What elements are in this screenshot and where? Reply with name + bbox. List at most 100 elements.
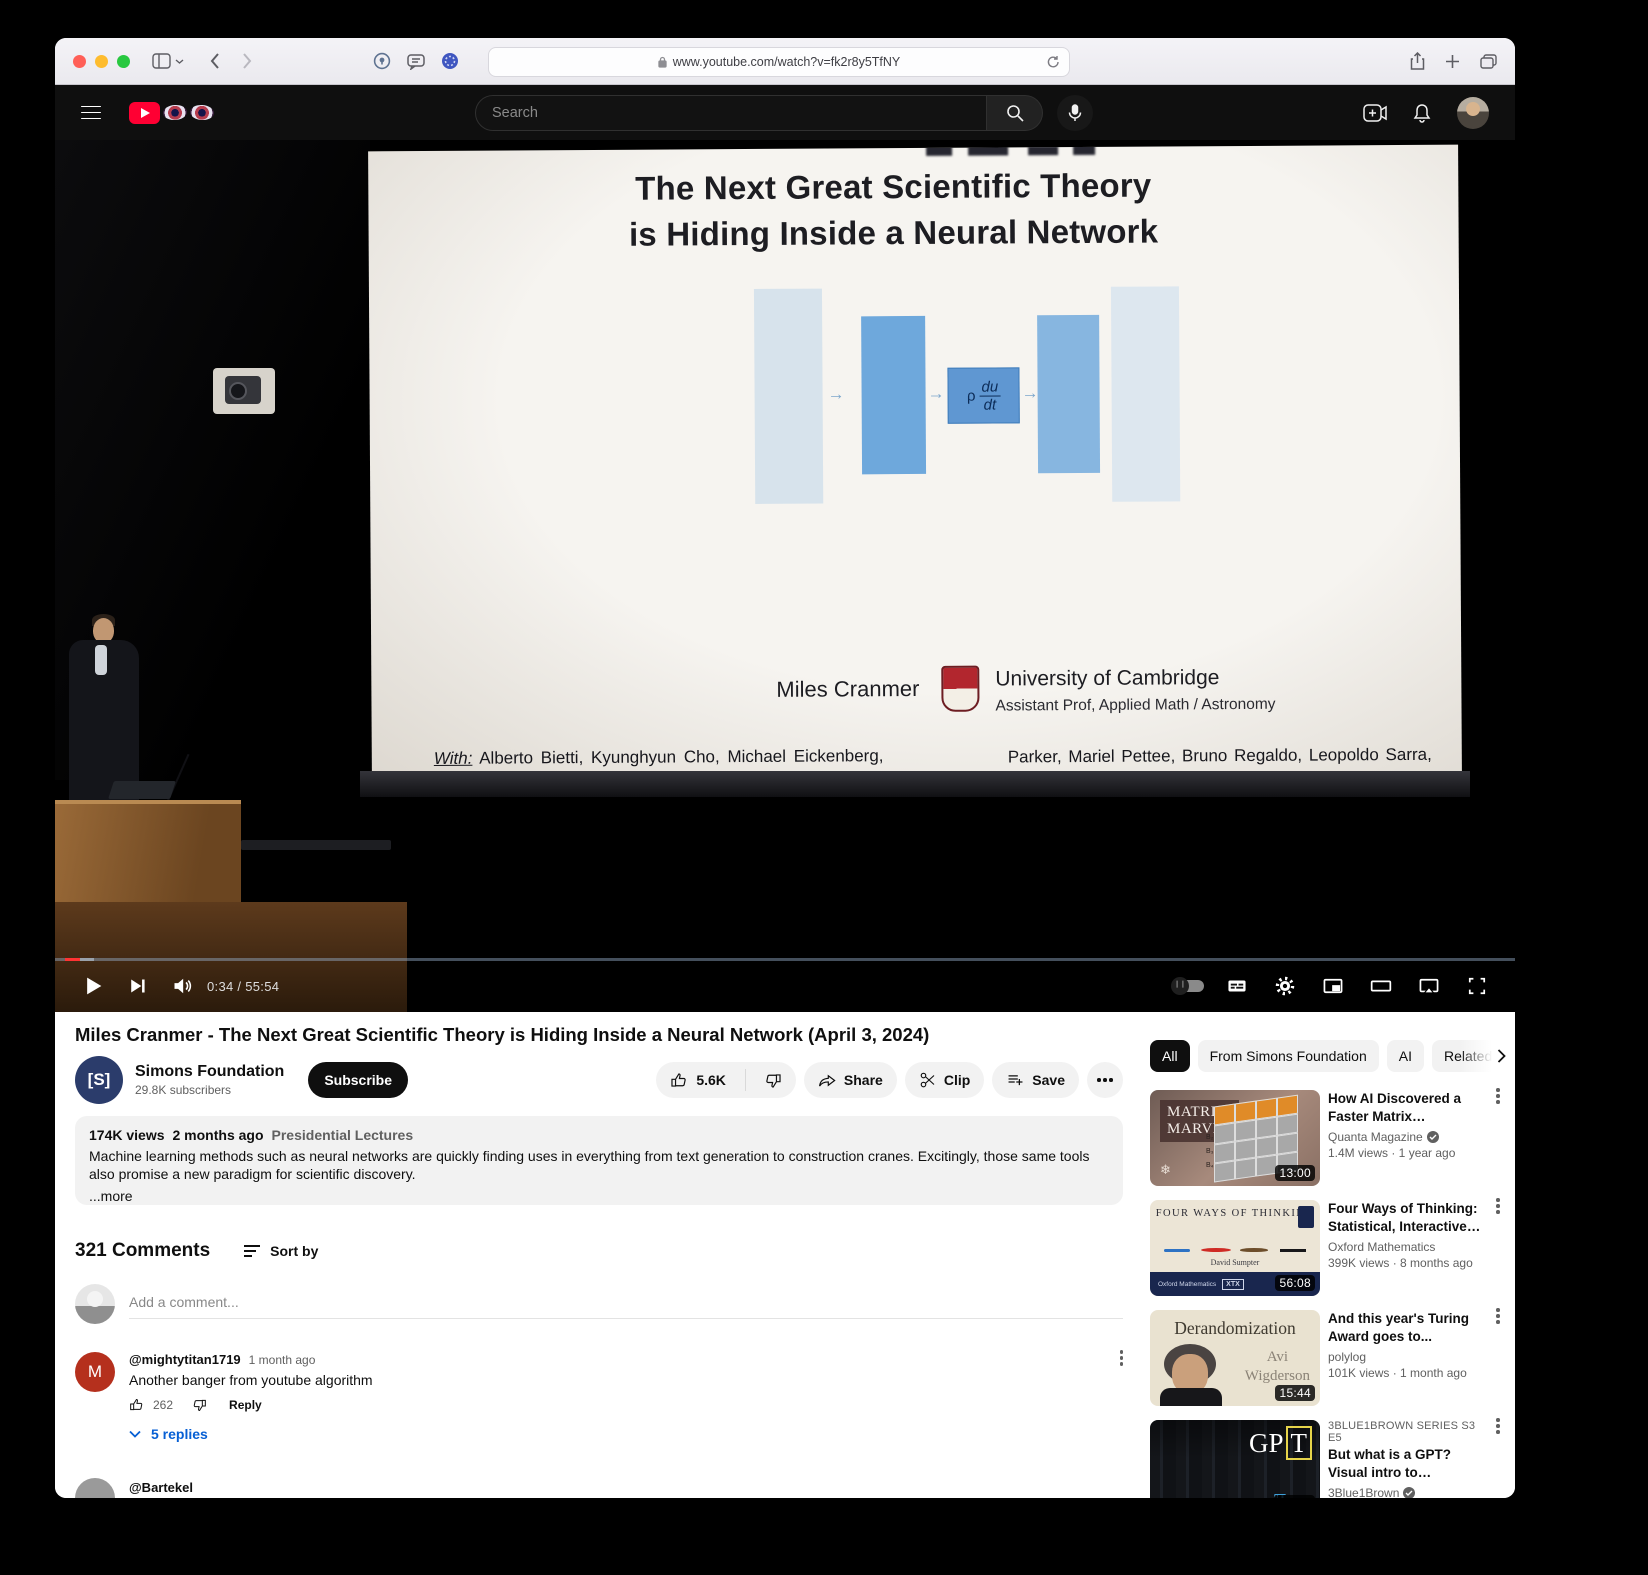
like-count: 5.6K bbox=[696, 1072, 726, 1088]
chips-scroll-right[interactable] bbox=[1460, 1040, 1506, 1072]
subscribe-button[interactable]: Subscribe bbox=[308, 1062, 408, 1098]
institute-crest bbox=[1298, 1206, 1314, 1228]
search-button[interactable] bbox=[987, 95, 1043, 131]
comment-menu-button[interactable] bbox=[1120, 1356, 1124, 1360]
related-sidebar: All From Simons Foundation AI Related MA… bbox=[1150, 1012, 1506, 1498]
back-button[interactable] bbox=[210, 53, 220, 69]
volume-icon[interactable] bbox=[159, 966, 203, 1006]
video-thumbnail[interactable]: FOUR WAYS OF THINKING David Sumpter Oxfo… bbox=[1150, 1200, 1320, 1296]
sidebar-toggle-icon[interactable] bbox=[152, 53, 171, 69]
blue-extension-icon[interactable] bbox=[441, 52, 459, 70]
password-extension-icon[interactable] bbox=[373, 52, 391, 70]
sidebar-chevron-icon[interactable] bbox=[175, 58, 184, 65]
voice-search-button[interactable] bbox=[1057, 95, 1093, 131]
related-channel[interactable]: polylog bbox=[1328, 1350, 1366, 1364]
tab-overview-icon[interactable] bbox=[1480, 54, 1497, 69]
autoplay-toggle[interactable] bbox=[1167, 966, 1211, 1006]
share-icon bbox=[818, 1072, 837, 1089]
verified-icon bbox=[1427, 1131, 1439, 1143]
forward-button[interactable] bbox=[242, 53, 252, 69]
share-page-icon[interactable] bbox=[1410, 52, 1425, 70]
video-thumbnail[interactable]: GPT π 27:14 bbox=[1150, 1420, 1320, 1498]
close-window-button[interactable] bbox=[73, 55, 86, 68]
lock-icon bbox=[658, 56, 667, 68]
channel-avatar[interactable]: [S] bbox=[75, 1056, 123, 1104]
comment-dislike-icon[interactable] bbox=[191, 1397, 207, 1413]
menu-button[interactable] bbox=[81, 106, 101, 120]
progress-bar[interactable] bbox=[55, 958, 1515, 961]
show-more-link[interactable]: ...more bbox=[89, 1188, 1109, 1204]
commenter-handle[interactable]: @Bartekel bbox=[129, 1480, 193, 1495]
minimize-window-button[interactable] bbox=[95, 55, 108, 68]
notifications-bell-icon[interactable] bbox=[1413, 103, 1431, 123]
create-video-icon[interactable] bbox=[1363, 104, 1387, 122]
comment-like-icon[interactable] bbox=[129, 1397, 145, 1413]
add-comment-input[interactable]: Add a comment... bbox=[129, 1284, 1123, 1319]
settings-gear-icon[interactable] bbox=[1263, 966, 1307, 1006]
video-menu-button[interactable] bbox=[1490, 1420, 1506, 1498]
commenter-handle[interactable]: @mightytitan1719 bbox=[129, 1352, 241, 1367]
related-video-title[interactable]: But what is a GPT? Visual intro to trans… bbox=[1328, 1446, 1482, 1482]
user-avatar[interactable] bbox=[75, 1284, 115, 1324]
miniplayer-button[interactable] bbox=[1311, 966, 1355, 1006]
clip-button[interactable]: Clip bbox=[905, 1062, 984, 1098]
zoom-window-button[interactable] bbox=[117, 55, 130, 68]
theater-mode-button[interactable] bbox=[1359, 966, 1403, 1006]
reload-icon[interactable] bbox=[1047, 55, 1060, 69]
related-channel[interactable]: 3Blue1Brown bbox=[1328, 1486, 1399, 1498]
related-video-card[interactable]: FOUR WAYS OF THINKING David Sumpter Oxfo… bbox=[1150, 1200, 1506, 1296]
diagram-arrow: → bbox=[1022, 383, 1039, 403]
commenter-avatar[interactable] bbox=[75, 1478, 115, 1498]
chip-all[interactable]: All bbox=[1150, 1040, 1190, 1072]
video-menu-button[interactable] bbox=[1490, 1090, 1506, 1186]
video-thumbnail[interactable]: Derandomization AviWigderson 15:44 bbox=[1150, 1310, 1320, 1406]
search-input[interactable] bbox=[492, 105, 970, 121]
related-channel[interactable]: Oxford Mathematics bbox=[1328, 1240, 1435, 1254]
playlist-link[interactable]: Presidential Lectures bbox=[272, 1127, 414, 1143]
dislike-button[interactable] bbox=[753, 1062, 796, 1098]
comments-count: 321 Comments bbox=[75, 1240, 210, 1262]
cut-off-text-fragments bbox=[968, 145, 1008, 156]
like-button[interactable]: 5.6K bbox=[656, 1062, 738, 1098]
youtube-logo[interactable] bbox=[129, 102, 214, 124]
chip-from-channel[interactable]: From Simons Foundation bbox=[1198, 1040, 1379, 1072]
progress-buffered bbox=[80, 958, 94, 961]
account-avatar[interactable] bbox=[1457, 97, 1489, 129]
new-tab-icon[interactable] bbox=[1445, 54, 1460, 69]
related-channel[interactable]: Quanta Magazine bbox=[1328, 1130, 1423, 1144]
video-thumbnail[interactable]: MATRIXMARVEL B₂ B₃ B₄ ❄ 13:00 bbox=[1150, 1090, 1320, 1186]
related-video-title[interactable]: Four Ways of Thinking: Statistical, Inte… bbox=[1328, 1200, 1482, 1236]
video-player[interactable]: The Next Great Scientific Theory is Hidi… bbox=[55, 140, 1515, 1012]
chip-ai[interactable]: AI bbox=[1387, 1040, 1424, 1072]
share-button[interactable]: Share bbox=[804, 1062, 897, 1098]
reply-button[interactable]: Reply bbox=[229, 1398, 262, 1412]
cut-off-text-fragments bbox=[926, 145, 952, 156]
view-replies-button[interactable]: 5 replies bbox=[129, 1426, 1123, 1442]
more-actions-button[interactable] bbox=[1087, 1062, 1123, 1098]
sort-by-button[interactable]: Sort by bbox=[244, 1242, 318, 1259]
description-box[interactable]: 174K views 2 months ago Presidential Lec… bbox=[75, 1116, 1123, 1205]
search-box[interactable] bbox=[475, 95, 987, 131]
play-button[interactable] bbox=[71, 966, 115, 1006]
related-video-card[interactable]: Derandomization AviWigderson 15:44 And t… bbox=[1150, 1310, 1506, 1406]
commenter-avatar[interactable]: M bbox=[75, 1352, 115, 1392]
related-video-title[interactable]: And this year's Turing Award goes to... bbox=[1328, 1310, 1482, 1346]
partial-comment: @Bartekel bbox=[75, 1478, 193, 1498]
related-video-title[interactable]: How AI Discovered a Faster Matrix Multip… bbox=[1328, 1090, 1482, 1126]
fullscreen-button[interactable] bbox=[1455, 966, 1499, 1006]
channel-name[interactable]: Simons Foundation bbox=[135, 1063, 284, 1081]
subtitles-button[interactable] bbox=[1215, 966, 1259, 1006]
save-button[interactable]: Save bbox=[992, 1062, 1079, 1098]
video-menu-button[interactable] bbox=[1490, 1200, 1506, 1296]
video-menu-button[interactable] bbox=[1490, 1310, 1506, 1406]
series-overline: 3BLUE1BROWN SERIES S3 E5 bbox=[1328, 1420, 1482, 1444]
related-video-card[interactable]: GPT π 27:14 3BLUE1BROWN SERIES S3 E5 But… bbox=[1150, 1420, 1506, 1498]
duration-badge: 27:14 bbox=[1275, 1495, 1315, 1498]
related-video-card[interactable]: MATRIXMARVEL B₂ B₃ B₄ ❄ 13:00 How AI Dis… bbox=[1150, 1090, 1506, 1186]
address-bar[interactable]: www.youtube.com/watch?v=fk2r8y5TfNY bbox=[488, 47, 1070, 77]
next-button[interactable] bbox=[115, 966, 159, 1006]
airplay-button[interactable] bbox=[1407, 966, 1451, 1006]
kebab-icon bbox=[1120, 1356, 1124, 1360]
cut-off-text-fragments bbox=[1073, 145, 1095, 155]
chat-extension-icon[interactable] bbox=[407, 53, 425, 70]
